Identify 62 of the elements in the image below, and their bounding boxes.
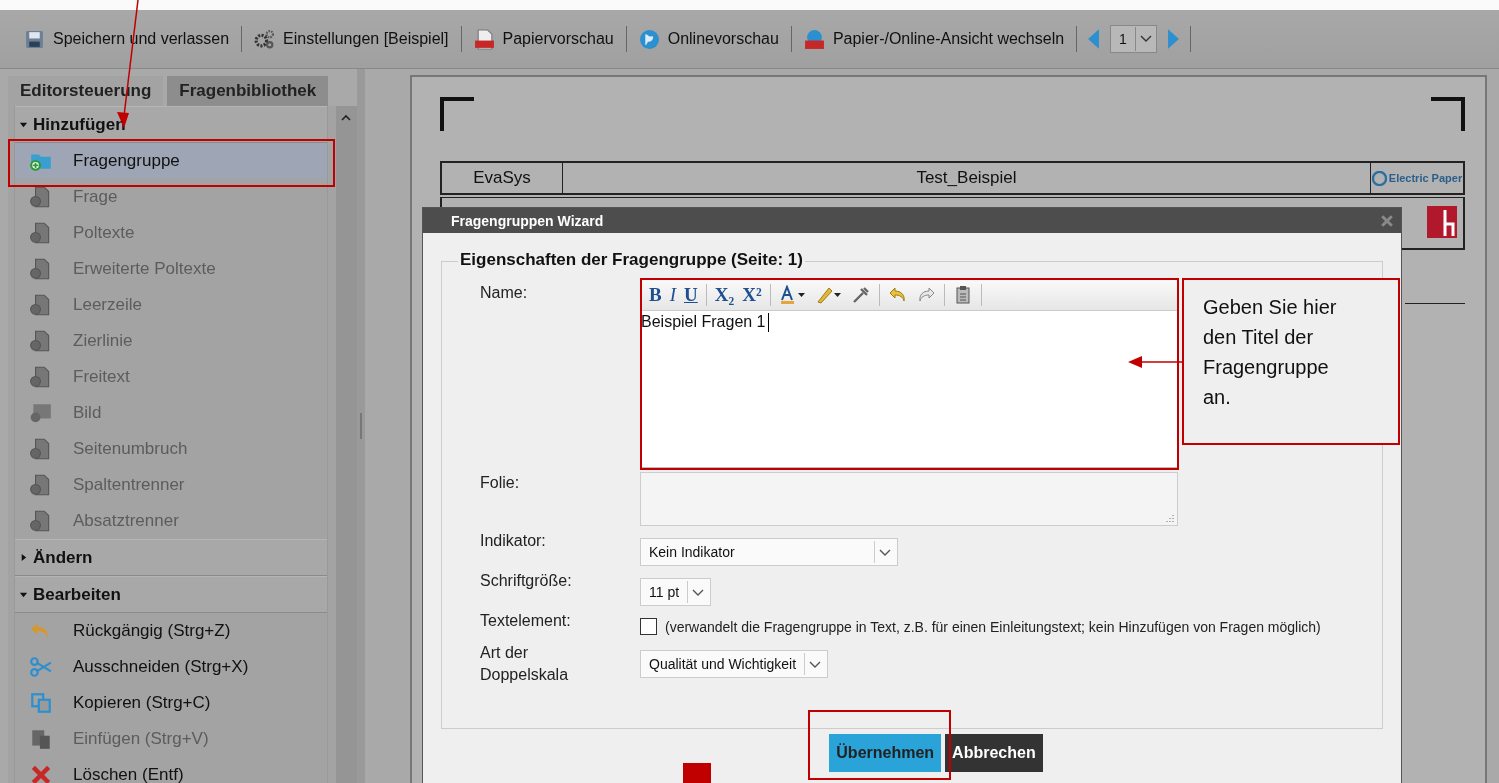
pdf-file-icon (473, 28, 495, 50)
field-label: Folie: (480, 474, 521, 493)
resize-handle-icon[interactable] (1166, 514, 1174, 522)
scrollbar[interactable] (335, 106, 357, 783)
rich-text-editor[interactable]: B I U X₂ X² Beispiel Fragen 1 (640, 278, 1178, 468)
toolbar-button[interactable]: Papier-/Online-Ansicht wechseln (801, 26, 1067, 52)
page-select[interactable]: 1 (1110, 25, 1157, 53)
chevron-up-icon[interactable] (340, 113, 353, 123)
toolbar-button[interactable]: Papiervorschau (471, 26, 616, 52)
sidebar-item[interactable]: Rückgängig (Strg+Z) (15, 613, 327, 649)
field-label: Indikator: (480, 532, 547, 550)
dropdown[interactable]: Qualität und Wichtigkeit (640, 650, 829, 678)
format-button[interactable]: X₂ (714, 283, 735, 306)
section-header[interactable]: Hinzufügen (15, 106, 327, 143)
sidebar-item[interactable]: Ausschneiden (Strg+X) (15, 649, 327, 685)
field-label: Art der Doppelskala (480, 643, 570, 685)
format-button[interactable]: B (649, 283, 662, 306)
field-label: Name: (480, 284, 529, 303)
sidebar-tab[interactable]: Fragenbibliothek (167, 76, 329, 106)
format-button[interactable]: I (669, 283, 676, 306)
fieldset-legend: Eigenschaften der Fragengruppe (Seite: 1) (458, 250, 805, 270)
field-label: Textelement: (480, 612, 572, 631)
section-title: Hinzufügen (33, 114, 126, 135)
globe-icon (638, 28, 660, 50)
dialog-title: Fragengruppen Wizard (451, 212, 604, 229)
format-button[interactable]: X² (742, 283, 762, 306)
text-color-icon[interactable] (778, 284, 807, 305)
cancel-button[interactable]: Abbrechen (945, 734, 1043, 772)
callout-text: Geben Sie hier den Titel der Fragengruppe an. (1203, 296, 1337, 408)
marker-square (683, 763, 711, 783)
section-title: Ändern (33, 547, 93, 568)
logo: Electric Paper (1371, 163, 1463, 193)
paste-icon (29, 728, 53, 750)
field-label: Schriftgröße: (480, 572, 573, 590)
logo-icon (1371, 170, 1387, 186)
toolbar-button[interactable]: Einstellungen [Beispiel] (252, 26, 451, 52)
section-header[interactable]: Bearbeiten (15, 576, 327, 613)
toolbar-button[interactable]: Onlinevorschau (636, 26, 781, 52)
scissors-icon (29, 656, 53, 678)
delete-cross-icon (29, 764, 53, 783)
table-cell: EvaSys (442, 163, 563, 193)
gears-icon (254, 28, 276, 50)
sidebar-item[interactable]: Löschen (Entf) (15, 757, 327, 783)
crop-mark (1431, 97, 1465, 131)
copy-icon (29, 692, 53, 714)
pdf-globe-icon (803, 28, 825, 50)
logo-icon (1427, 204, 1457, 240)
section-title: Bearbeiten (33, 584, 121, 605)
sidebar-item[interactable]: Fragengruppe (15, 143, 327, 179)
table-cell: Test_Beispiel (563, 163, 1371, 193)
editor-text: Beispiel Fragen 1 (641, 313, 766, 331)
dropdown[interactable]: 11 pt (640, 578, 712, 606)
section-header[interactable]: Ändern (15, 539, 327, 576)
crop-mark (440, 97, 474, 131)
hint-text: (verwandelt die Fragengruppe in Text, z.B. für einen Einleitungstext; kein Hinzufügen von Fragen möglich) (665, 618, 1322, 637)
dropdown[interactable]: Kein Indikator (640, 538, 898, 566)
apply-button[interactable]: Übernehmen (829, 734, 942, 772)
checkbox[interactable] (640, 618, 657, 635)
image-plus-icon (29, 402, 53, 424)
sidebar-item[interactable]: Kopieren (Strg+C) (15, 685, 327, 721)
close-icon[interactable] (1381, 214, 1393, 227)
format-button[interactable]: U (684, 283, 698, 306)
